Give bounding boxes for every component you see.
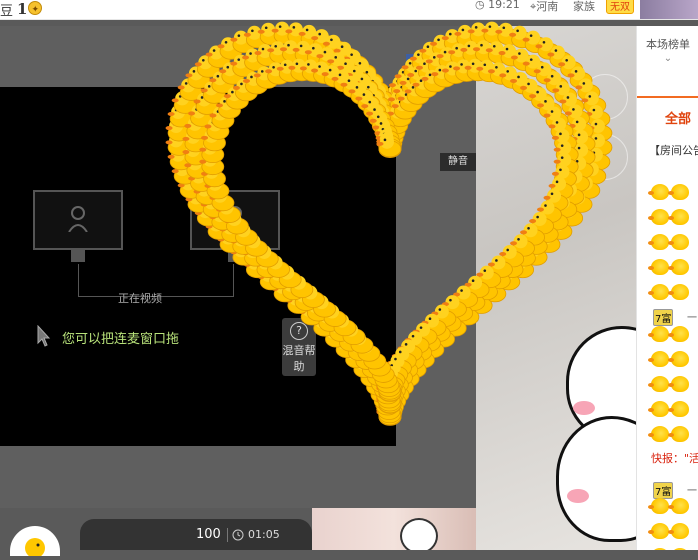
duck-icon [668,351,689,367]
tab-all[interactable]: 全部 [665,108,691,127]
panel-divider [637,96,698,98]
duck-icon [648,523,669,539]
viewer-avatar[interactable] [10,526,60,558]
live-tag[interactable]: 直播 [406,54,436,72]
video-control-icon[interactable] [582,134,628,180]
duck-icon [668,284,689,300]
photo-strip [312,508,476,550]
connecting-text: 正在视频 [118,292,162,305]
playback-bar: 100 01:05 [80,519,312,550]
chevron-down-icon: ⌄ [663,53,673,64]
viewer-count: 100 [196,527,221,542]
streamer-video [476,26,636,550]
duck-icon [648,426,669,442]
cat-cheek [567,489,589,503]
duck-icon [668,234,689,250]
duck-gift-row [648,496,698,550]
mix-help-label: 混音帮助 [282,344,316,373]
duck-icon [668,184,689,200]
clock-icon: ◷ [475,0,489,11]
bunny-sticker [400,518,438,550]
clock-icon [232,529,244,541]
location-display: ⌖河南 [530,0,558,14]
duck-icon [648,259,669,275]
duck-icon [668,426,689,442]
duck-icon [668,209,689,225]
mute-button[interactable]: 静音 [440,153,476,171]
duck-icon [648,184,669,200]
header-avatar[interactable] [640,0,698,19]
monitor-stand [228,250,242,262]
duck-icon [648,234,669,250]
monitor-icon [33,190,123,262]
mix-help-button[interactable]: ? 混音帮助 [282,318,316,376]
top-info-bar: 豆 1 ✦ ◷ 19:21 ⌖河南 家族 无双 [0,0,698,20]
duck-icon [668,259,689,275]
duck-gift-row [648,182,698,307]
badge-dash: 一 [687,486,697,497]
rank-label: 本场榜单 [646,38,690,51]
duck-icon [668,523,689,539]
duck-icon [648,376,669,392]
family-badge[interactable]: 无双 [606,0,634,14]
drag-tip-text: 您可以把连麦窗口拖 [62,332,180,347]
svg-text:✦: ✦ [32,5,40,15]
time-value: 19:21 [488,0,520,11]
duck-icon [25,538,45,558]
duration: 01:05 [248,528,280,541]
video-control-icon[interactable] [582,74,628,120]
duck-icon [648,498,669,514]
family-label[interactable]: 家族 [573,0,595,14]
duck-icon [668,498,689,514]
badge-dash: 一 [687,313,697,324]
duck-icon [648,351,669,367]
user-level-text: 豆 [0,4,14,19]
person-icon [225,206,245,232]
monitor-icon [190,190,280,262]
duck-icon [648,209,669,225]
duck-icon [648,284,669,300]
hifi-tag[interactable]: Hi-Fi [440,54,472,72]
duck-icon [668,376,689,392]
duck-icon [648,401,669,417]
duck-gift-row [648,324,698,449]
monitor-stand [71,250,85,262]
svg-text:1: 1 [17,0,27,16]
chat-panel: 本场榜单 ⌄ 全部 【房间公告 7富 一 快报："活 7富 一 [636,26,698,550]
cat-sticker [556,416,636,542]
duck-icon [668,326,689,342]
duck-icon [648,326,669,342]
time-display: ◷ 19:21 [475,0,520,11]
news-flash: 快报："活 [651,452,698,465]
location-value: 河南 [536,0,559,13]
help-icon: ? [290,322,308,340]
divider [227,528,228,542]
cursor-icon [37,325,51,347]
person-icon [68,206,88,232]
duck-icon [668,401,689,417]
room-notice: 【房间公告 [649,144,698,157]
cat-cheek [573,401,595,415]
rank-toggle[interactable]: 本场榜单 ⌄ [637,38,698,66]
level-medal-icon: 1 ✦ [17,0,42,16]
